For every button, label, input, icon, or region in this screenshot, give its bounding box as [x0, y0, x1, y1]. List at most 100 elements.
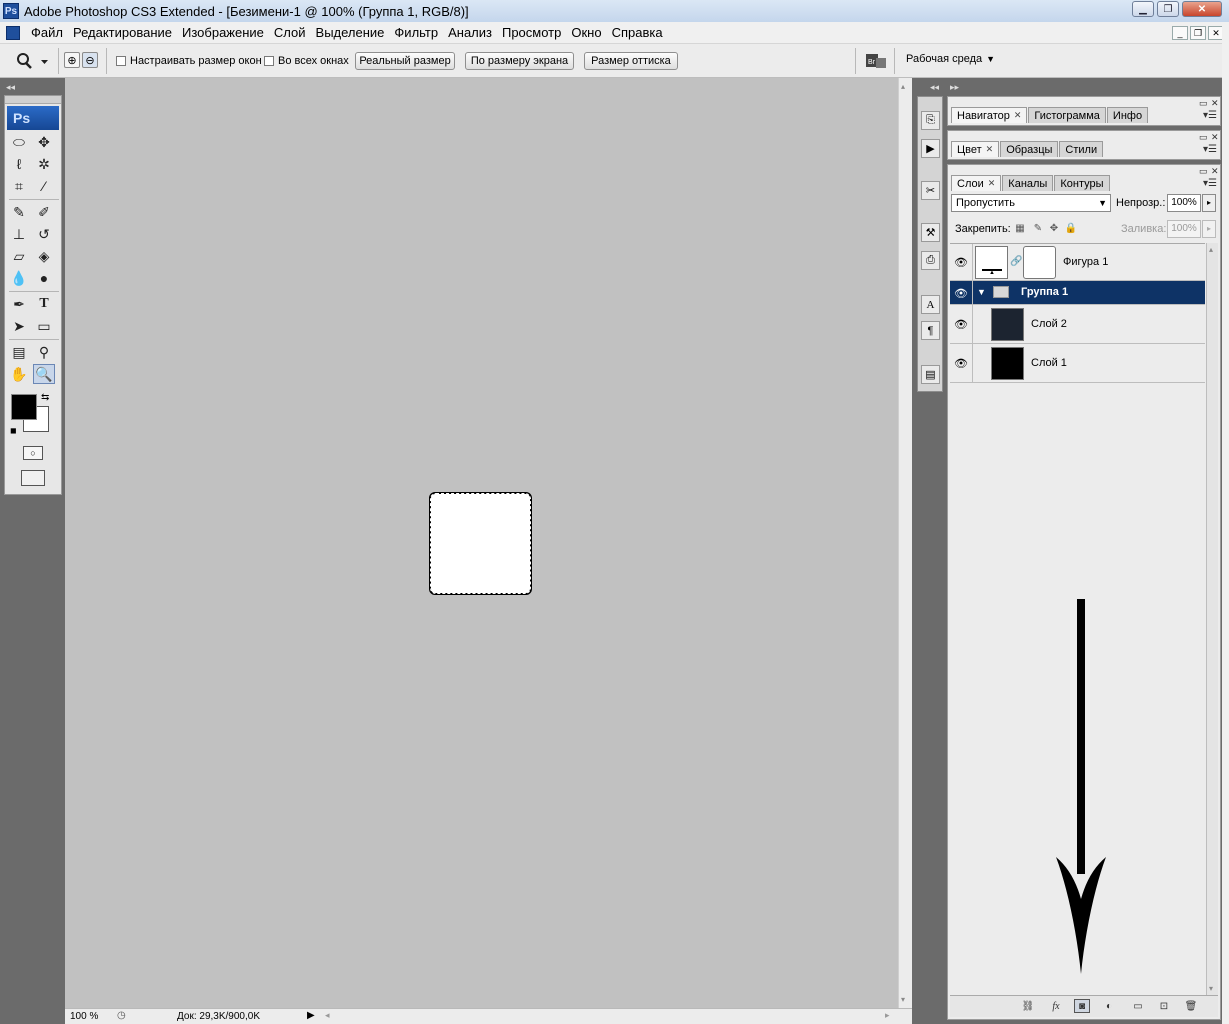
history-brush-tool-icon[interactable]: ↺: [33, 224, 55, 244]
scroll-right-icon[interactable]: ▸: [885, 1010, 890, 1021]
tab-swatches[interactable]: Образцы: [1000, 141, 1059, 157]
fit-screen-button[interactable]: По размеру экрана: [465, 52, 574, 70]
scroll-down-icon[interactable]: ▾: [1209, 984, 1213, 993]
lock-pixels-icon[interactable]: ✎: [1032, 222, 1044, 234]
lasso-tool-icon[interactable]: ℓ: [8, 154, 30, 174]
layer-row-group[interactable]: 👁 ▼ Группа 1: [950, 281, 1205, 305]
blur-tool-icon[interactable]: 💧: [8, 268, 30, 288]
clone-stamp-tool-icon[interactable]: ⊥: [8, 224, 30, 244]
tab-histogram[interactable]: Гистограмма: [1028, 107, 1106, 123]
pen-tool-icon[interactable]: ✒: [8, 294, 30, 314]
zoom-out-icon[interactable]: ⊖: [82, 52, 98, 68]
lock-transparency-icon[interactable]: ▦: [1014, 222, 1026, 234]
menu-edit[interactable]: Редактирование: [68, 25, 177, 40]
opacity-slider-arrow-icon[interactable]: ▸: [1202, 194, 1216, 212]
fill-field[interactable]: 100%: [1167, 220, 1201, 238]
actual-pixels-button[interactable]: Реальный размер: [355, 52, 455, 70]
zoom-in-icon[interactable]: ⊕: [64, 52, 80, 68]
panel-minimize-icon[interactable]: ▭: [1199, 98, 1208, 109]
collapse-arrows-icon[interactable]: ◂◂: [6, 82, 15, 93]
panel-minimize-icon[interactable]: ▭: [1199, 132, 1208, 143]
crop-tool-icon[interactable]: ⌗: [8, 176, 30, 196]
zoom-level[interactable]: 100 %: [70, 1011, 98, 1022]
fill-slider-arrow-icon[interactable]: ▸: [1202, 220, 1216, 238]
menu-filter[interactable]: Фильтр: [389, 25, 443, 40]
group-expand-triangle-icon[interactable]: ▼: [977, 287, 986, 297]
path-selection-tool-icon[interactable]: ➤: [8, 316, 30, 336]
eyedropper-tool-icon[interactable]: ⚲: [33, 342, 55, 362]
healing-brush-tool-icon[interactable]: ✎: [8, 202, 30, 222]
menu-window[interactable]: Окно: [566, 25, 606, 40]
eraser-tool-icon[interactable]: ▱: [8, 246, 30, 266]
resize-windows-checkbox[interactable]: Настраивать размер окон: [116, 55, 262, 67]
eye-icon[interactable]: 👁: [952, 253, 970, 271]
checkbox-box[interactable]: [116, 56, 126, 66]
menu-select[interactable]: Выделение: [311, 25, 390, 40]
panel-menu-icon[interactable]: ▾☰: [1203, 110, 1217, 121]
layer-comps-icon[interactable]: ▤: [921, 365, 940, 384]
maximize-icon[interactable]: ❐: [1157, 1, 1179, 17]
scroll-left-icon[interactable]: ◂: [325, 1010, 330, 1021]
menu-layer[interactable]: Слой: [269, 25, 311, 40]
bridge-icon[interactable]: Br: [864, 52, 888, 70]
layer-row-shape[interactable]: 👁 ▲ 🔗 Фигура 1: [950, 244, 1205, 281]
tab-color[interactable]: Цвет ✕: [951, 141, 1000, 157]
menu-analysis[interactable]: Анализ: [443, 25, 497, 40]
panel-collapse-icon[interactable]: ▸▸: [950, 82, 959, 93]
panel-close-icon[interactable]: ✕: [1211, 98, 1219, 109]
clone-source-icon[interactable]: ⎙: [921, 251, 940, 270]
lock-all-icon[interactable]: 🔒: [1065, 222, 1077, 234]
type-tool-icon[interactable]: T: [33, 294, 55, 314]
paint-bucket-tool-icon[interactable]: ◈: [33, 246, 55, 266]
scroll-down-icon[interactable]: ▾: [901, 995, 905, 1004]
layer-row-layer1[interactable]: 👁 Слой 1: [950, 344, 1205, 383]
doc-restore-icon[interactable]: ❐: [1190, 26, 1206, 40]
tool-presets-icon[interactable]: ✂: [921, 181, 940, 200]
quick-mask-icon[interactable]: ○: [23, 446, 43, 460]
screen-mode-icon[interactable]: [21, 470, 45, 486]
scroll-up-icon[interactable]: ▴: [901, 82, 905, 91]
white-rounded-rectangle-shape[interactable]: [429, 492, 532, 595]
layer-row-layer2[interactable]: 👁 Слой 2: [950, 305, 1205, 344]
link-layers-icon[interactable]: ⛓: [1020, 999, 1036, 1013]
menu-view[interactable]: Просмотр: [497, 25, 566, 40]
tab-styles[interactable]: Стили: [1059, 141, 1104, 157]
menu-file[interactable]: Файл: [26, 25, 68, 40]
marquee-tool-icon[interactable]: ⬭: [8, 132, 30, 152]
tab-close-icon[interactable]: ✕: [986, 144, 994, 155]
default-colors-icon[interactable]: ◼: [10, 426, 17, 435]
close-icon[interactable]: ✕: [1182, 1, 1222, 17]
link-icon[interactable]: 🔗: [1010, 256, 1022, 267]
panel-menu-icon[interactable]: ▾☰: [1203, 144, 1217, 155]
print-size-button[interactable]: Размер оттиска: [584, 52, 678, 70]
tab-navigator[interactable]: Навигатор ✕: [951, 107, 1028, 123]
actions-panel-icon[interactable]: ▶: [921, 139, 940, 158]
add-mask-icon[interactable]: ◙: [1074, 999, 1090, 1013]
new-layer-icon[interactable]: ⊡: [1156, 999, 1172, 1013]
eye-icon[interactable]: 👁: [952, 315, 970, 333]
brushes-panel-icon[interactable]: ⚒: [921, 223, 940, 242]
slice-tool-icon[interactable]: ⁄: [33, 176, 55, 196]
lock-position-icon[interactable]: ✥: [1048, 222, 1060, 234]
history-panel-icon[interactable]: ⎘: [921, 111, 940, 130]
blend-mode-select[interactable]: Пропустить ▼: [951, 194, 1111, 212]
zoom-tool-icon[interactable]: 🔍: [33, 364, 55, 384]
adjustment-layer-icon[interactable]: ◐: [1101, 999, 1117, 1013]
eye-icon[interactable]: 👁: [952, 284, 970, 302]
status-icon[interactable]: ◷: [117, 1010, 126, 1021]
magic-wand-tool-icon[interactable]: ✲: [33, 154, 55, 174]
delete-layer-icon[interactable]: 🗑: [1183, 999, 1199, 1013]
minimize-icon[interactable]: ▁: [1132, 1, 1154, 17]
tab-close-icon[interactable]: ✕: [1014, 110, 1022, 121]
toolbox-grip[interactable]: [5, 96, 61, 104]
document-icon[interactable]: [6, 25, 20, 40]
brush-tool-icon[interactable]: ✐: [33, 202, 55, 222]
move-tool-icon[interactable]: ✥: [33, 132, 55, 152]
layers-scrollbar[interactable]: ▴ ▾: [1206, 243, 1218, 995]
status-menu-arrow-icon[interactable]: ▶: [307, 1010, 315, 1021]
panel-close-icon[interactable]: ✕: [1211, 132, 1219, 143]
hand-tool-icon[interactable]: ✋: [8, 364, 30, 384]
checkbox-box[interactable]: [264, 56, 274, 66]
notes-tool-icon[interactable]: ▤: [8, 342, 30, 362]
opacity-field[interactable]: 100%: [1167, 194, 1201, 212]
